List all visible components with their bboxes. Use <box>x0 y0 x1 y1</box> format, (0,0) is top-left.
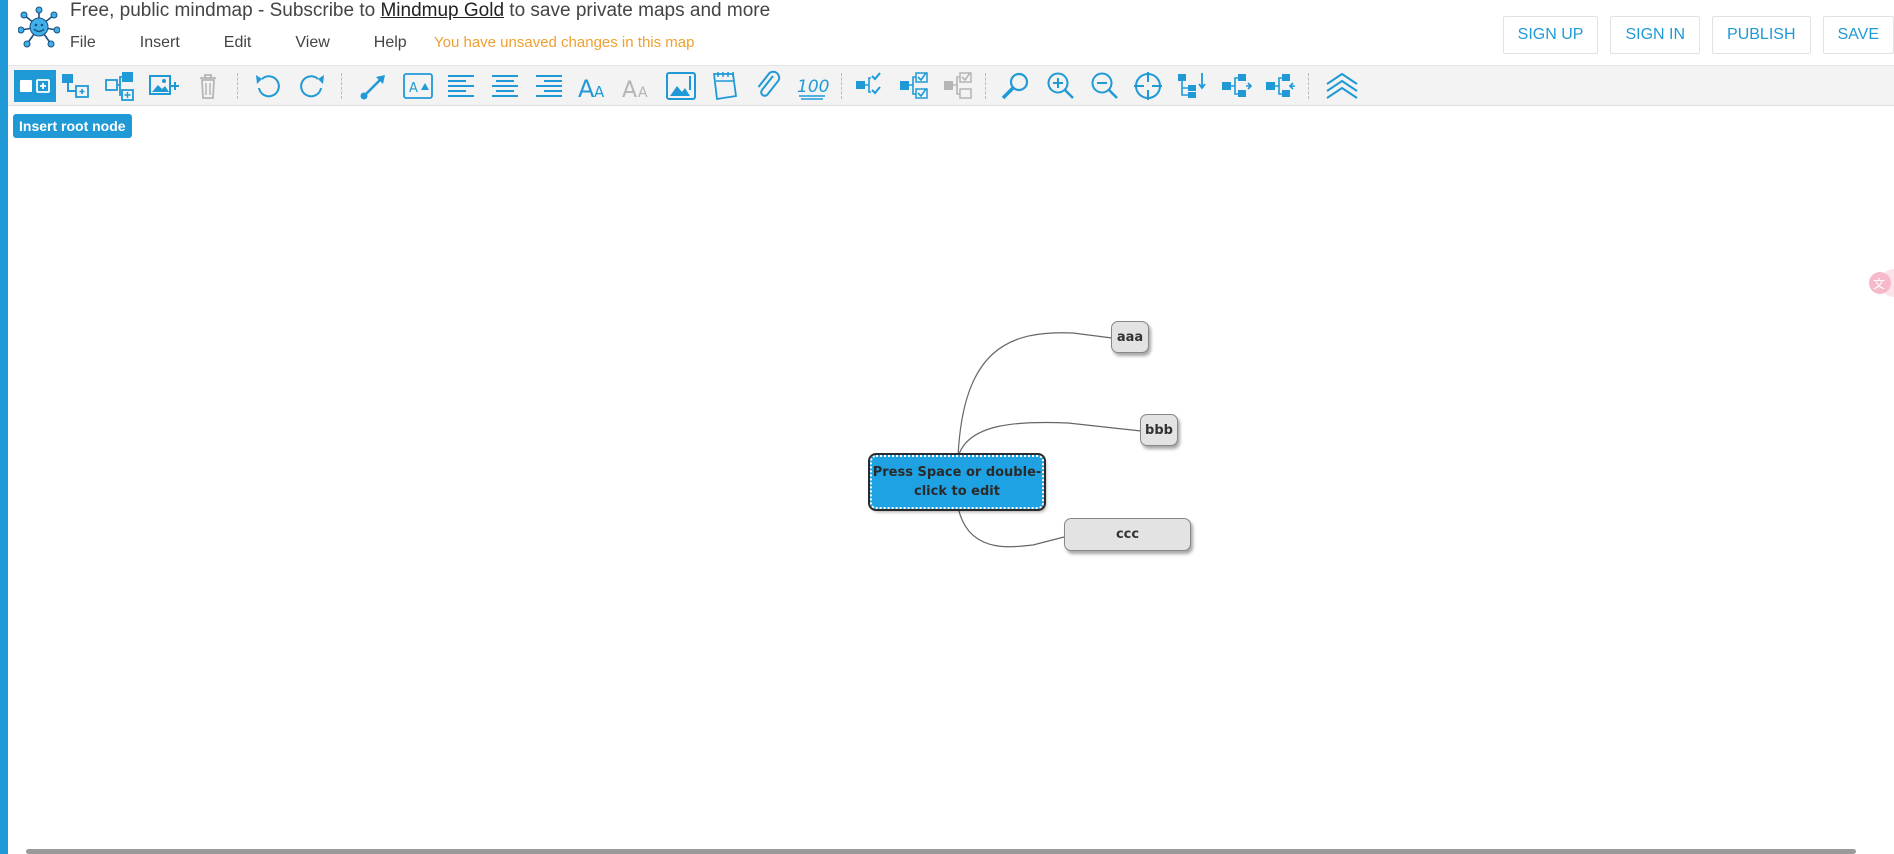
svg-text:100: 100 <box>797 77 829 97</box>
node-bbb[interactable]: bbb <box>1140 414 1178 446</box>
delete-icon[interactable] <box>192 70 224 102</box>
mindmup-logo-icon[interactable] <box>18 6 60 48</box>
unsaved-changes-notice: You have unsaved changes in this map <box>434 34 695 51</box>
connector-ccc <box>957 506 1065 548</box>
root-node-text: Press Space or double- click to edit <box>873 463 1042 501</box>
horizontal-scrollbar[interactable] <box>26 849 1856 854</box>
save-button[interactable]: SAVE <box>1822 16 1894 54</box>
background-image-icon[interactable] <box>665 70 697 102</box>
undo-icon[interactable] <box>252 70 284 102</box>
progress-icon[interactable]: 100 <box>797 70 829 102</box>
align-left-icon[interactable] <box>445 70 477 102</box>
svg-text:A: A <box>578 75 595 102</box>
align-right-icon[interactable] <box>533 70 565 102</box>
toolbar-separator <box>341 73 342 99</box>
redo-icon[interactable] <box>296 70 328 102</box>
svg-text:A: A <box>638 85 648 101</box>
zoom-in-icon[interactable] <box>1044 70 1076 102</box>
collapse-icon[interactable] <box>1324 70 1360 102</box>
sign-in-button[interactable]: SIGN IN <box>1610 16 1701 54</box>
root-node-line-2: click to edit <box>914 484 1000 499</box>
node-ccc[interactable]: ccc <box>1064 518 1191 551</box>
text-style-icon[interactable]: A <box>402 70 434 102</box>
menu-insert[interactable]: Insert <box>140 34 190 52</box>
mindmap-canvas[interactable]: Press Space or double- click to edit aaa… <box>8 105 1894 850</box>
layout-right-left-icon[interactable] <box>1264 70 1296 102</box>
connector-icon[interactable] <box>358 70 390 102</box>
page-title: Free, public mindmap - Subscribe to Mind… <box>70 0 770 22</box>
app-header: Free, public mindmap - Subscribe to Mind… <box>8 0 1894 65</box>
svg-text:A: A <box>594 83 605 101</box>
sign-up-button[interactable]: SIGN UP <box>1502 16 1599 54</box>
add-image-icon[interactable] <box>148 70 180 102</box>
node-aaa[interactable]: aaa <box>1111 321 1149 353</box>
root-node-line-1: Press Space or double- <box>872 465 1042 480</box>
node-label: aaa <box>1116 329 1144 345</box>
title-prefix: Free, public mindmap - Subscribe to <box>70 0 381 21</box>
link-icon[interactable] <box>753 70 785 102</box>
toolbar-separator <box>1308 73 1309 99</box>
menu-help[interactable]: Help <box>374 34 417 52</box>
add-sibling-icon[interactable] <box>14 70 56 102</box>
mindmup-gold-link[interactable]: Mindmup Gold <box>380 0 504 21</box>
root-node[interactable]: Press Space or double- click to edit <box>868 453 1046 511</box>
align-center-icon[interactable] <box>489 70 521 102</box>
account-buttons: SIGN UP SIGN IN PUBLISH SAVE <box>1502 16 1894 54</box>
menu-view[interactable]: View <box>295 34 339 52</box>
menu-bar: File Insert Edit View Help <box>70 34 451 52</box>
add-child-icon[interactable] <box>60 70 92 102</box>
node-label: ccc <box>1115 527 1140 542</box>
publish-button[interactable]: PUBLISH <box>1712 16 1811 54</box>
left-edge-strip <box>0 0 8 854</box>
svg-text:文: 文 <box>1873 276 1885 291</box>
menu-edit[interactable]: Edit <box>224 34 262 52</box>
check-icon[interactable] <box>854 70 886 102</box>
check-disabled-icon[interactable] <box>942 70 974 102</box>
center-icon[interactable] <box>1132 70 1164 102</box>
title-suffix: to save private maps and more <box>504 0 771 21</box>
search-icon[interactable] <box>1000 70 1032 102</box>
toolbar: A A A A A 100 <box>8 65 1894 106</box>
translate-icon[interactable]: 文 <box>1864 267 1894 299</box>
connector-bbb <box>957 421 1142 458</box>
increase-font-icon[interactable]: A A <box>577 70 609 102</box>
toolbar-separator <box>237 73 238 99</box>
svg-text:A: A <box>622 78 637 102</box>
layout-left-right-icon[interactable] <box>1220 70 1252 102</box>
zoom-out-icon[interactable] <box>1088 70 1120 102</box>
toolbar-separator <box>841 73 842 99</box>
connector-aaa <box>957 332 1113 458</box>
toolbar-separator <box>985 73 986 99</box>
decrease-font-icon[interactable]: A A <box>621 70 653 102</box>
check-children-icon[interactable] <box>898 70 930 102</box>
layout-top-down-icon[interactable] <box>1176 70 1208 102</box>
menu-file[interactable]: File <box>70 34 106 52</box>
date-icon[interactable] <box>709 70 741 102</box>
svg-text:A: A <box>409 81 418 96</box>
add-parent-icon[interactable] <box>104 70 136 102</box>
node-label: bbb <box>1145 422 1173 438</box>
